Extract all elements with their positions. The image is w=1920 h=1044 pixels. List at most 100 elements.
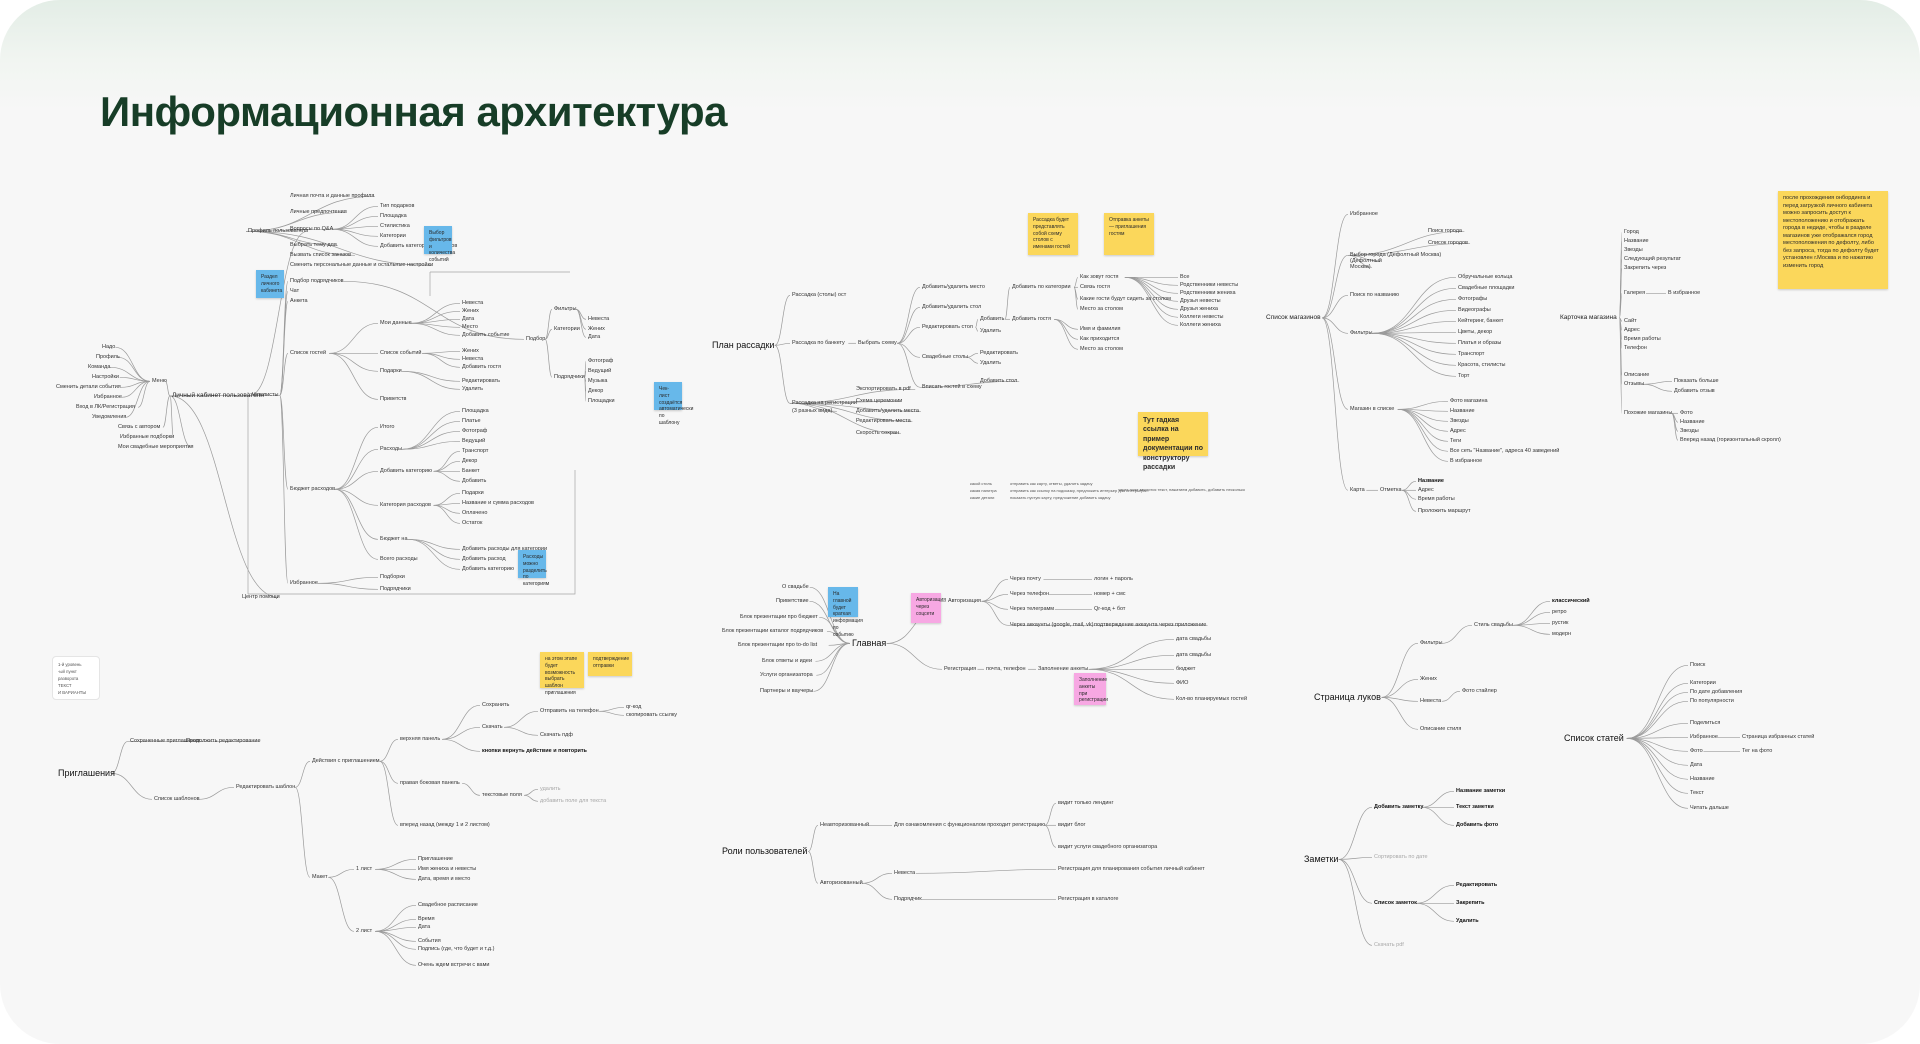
node-lk_budg2[interactable]: Расходы: [380, 446, 402, 452]
node-nt3b[interactable]: Закрепить: [1456, 900, 1484, 906]
node-lk_fav2[interactable]: Подрядчики: [380, 586, 411, 592]
node-pr2a3c1[interactable]: Как зовут гостя: [1080, 274, 1119, 280]
node-lk_m10[interactable]: Избранные подборки: [120, 434, 174, 440]
node-ar9[interactable]: Название: [1690, 776, 1715, 782]
node-lk_budg6[interactable]: Всего расходы: [380, 556, 418, 562]
node-lk_b1c[interactable]: Дата: [462, 316, 474, 322]
node-lk_conc3e[interactable]: Площадки: [588, 398, 615, 404]
node-nt[interactable]: Заметки: [1304, 854, 1338, 864]
node-inv1a[interactable]: Продолжить редактирование: [186, 738, 261, 744]
node-sh3[interactable]: Поиск по названию: [1350, 292, 1399, 298]
node-inv[interactable]: Приглашения: [58, 768, 115, 778]
sticky-note-s_pink1[interactable]: Авторизация через соцсети: [911, 593, 946, 623]
node-inv4b1b[interactable]: скопировать ссылку: [626, 712, 677, 718]
node-lk_b4[interactable]: Приветств: [380, 396, 406, 402]
node-lk_budg3[interactable]: Добавить категорию: [380, 468, 432, 474]
node-lk_budg5b[interactable]: Добавить расход: [462, 556, 506, 562]
node-lk_b2b[interactable]: Невеста: [462, 356, 483, 362]
node-lk_chat[interactable]: Чат: [290, 288, 299, 294]
node-lk_m1[interactable]: Надо: [102, 344, 115, 350]
node-lk_p3b[interactable]: Площадка: [380, 213, 407, 219]
node-lk_p6[interactable]: Сменить персональные данные и остальные …: [290, 262, 433, 268]
node-nt3a[interactable]: Редактировать: [1456, 882, 1497, 888]
node-lk[interactable]: Личный кабинет пользователя: [172, 392, 264, 399]
node-lk2d[interactable]: Описание стиля: [1420, 726, 1461, 732]
node-lk_help[interactable]: Центр помощи: [242, 594, 280, 600]
node-pr2a3c2[interactable]: Связь гостя: [1080, 284, 1110, 290]
node-pr2a2[interactable]: Добавить/удалить стол: [922, 304, 981, 310]
node-inv5a2[interactable]: добавить поле для текста: [540, 798, 606, 804]
node-sc5[interactable]: Закрепить через: [1624, 265, 1666, 271]
free-text-6[interactable]: через поле вводится текст, нажатием доба…: [1118, 487, 1245, 493]
node-inv4b1a[interactable]: qr-код: [626, 704, 641, 710]
node-lk_conc3a[interactable]: Фотограф: [588, 358, 613, 364]
node-lk2a1c[interactable]: рустик: [1552, 620, 1568, 626]
node-lk_conc1[interactable]: Фильтры: [554, 306, 576, 312]
node-lk_b3[interactable]: Подарки: [380, 368, 402, 374]
node-lk_budg2c[interactable]: Фотограф: [462, 428, 487, 434]
node-nt4[interactable]: Скачать pdf: [1374, 942, 1404, 948]
sticky-note-s_cabinet[interactable]: Раздел личного кабинета: [256, 270, 284, 298]
node-pr2[interactable]: Рассадка по банкету: [792, 340, 845, 346]
node-inv4a[interactable]: Сохранить: [482, 702, 509, 708]
node-sh6a3[interactable]: Время работы: [1418, 496, 1455, 502]
node-lk_budg5[interactable]: Бюджет на: [380, 536, 408, 542]
node-inv3[interactable]: Редактировать шаблон: [236, 784, 295, 790]
node-pr2a3e4[interactable]: Друзья невесты: [1180, 298, 1221, 304]
node-hm_r2c[interactable]: бюджет: [1176, 666, 1195, 672]
node-lk_fav1[interactable]: Подборки: [380, 574, 405, 580]
node-inv8a[interactable]: Свадебное расписание: [418, 902, 478, 908]
node-sh5e[interactable]: Теги: [1450, 438, 1461, 444]
node-lk_m3[interactable]: Команда: [88, 364, 110, 370]
node-lk_m6[interactable]: Избранное: [94, 394, 122, 400]
node-sh4a[interactable]: Обручальные кольца: [1458, 274, 1512, 280]
node-sc1[interactable]: Город: [1624, 229, 1639, 235]
node-pr3d[interactable]: Добавить/удалить места: [856, 408, 919, 414]
node-lk_budg3a[interactable]: Транспорт: [462, 448, 488, 454]
node-sc12[interactable]: Отзывы: [1624, 381, 1644, 387]
node-sc12a[interactable]: Показать больше: [1674, 378, 1719, 384]
node-sc13b[interactable]: Название: [1680, 419, 1705, 425]
node-lk_budg4a[interactable]: Подарки: [462, 490, 484, 496]
node-pr2a5a[interactable]: Добавить стол: [980, 378, 1017, 384]
node-nt3c[interactable]: Удалить: [1456, 918, 1479, 924]
node-lk_m2[interactable]: Профиль: [96, 354, 120, 360]
node-lk_conc2[interactable]: Категории: [554, 326, 580, 332]
node-lk_b1b[interactable]: Жених: [462, 308, 479, 314]
node-ro1a1[interactable]: видит только лендинг: [1058, 800, 1113, 806]
node-inv4b1[interactable]: Отправить на телефон: [540, 708, 599, 714]
node-sh4i[interactable]: Красота, стилисты: [1458, 362, 1506, 368]
node-sh1[interactable]: Избранное: [1350, 211, 1378, 217]
node-sc12b[interactable]: Добавить отзыв: [1674, 388, 1715, 394]
node-inv4c[interactable]: кнопки вернуть действие и повторить: [482, 748, 587, 754]
node-inv4b[interactable]: Скачать: [482, 724, 503, 730]
node-pr1[interactable]: Рассадка (столы) ост: [792, 292, 846, 298]
node-hm_r2b[interactable]: дата свадьбы: [1176, 652, 1211, 658]
node-lk_budg[interactable]: Бюджет расходов: [290, 486, 335, 492]
node-sh5[interactable]: Магазин в списке: [1350, 406, 1394, 412]
node-sc7[interactable]: Сайт: [1624, 318, 1637, 324]
node-lk_conc3c[interactable]: Музыка: [588, 378, 607, 384]
node-ar[interactable]: Список статей: [1564, 733, 1624, 743]
node-nt1a[interactable]: Название заметки: [1456, 788, 1505, 794]
node-hm_r1[interactable]: почта, телефон: [986, 666, 1026, 672]
node-lk_b1[interactable]: Мои данные: [380, 320, 412, 326]
node-pr2a5[interactable]: Вписать гостей в схему: [922, 384, 982, 390]
node-sh4b[interactable]: Свадебные площадки: [1458, 285, 1514, 291]
node-hm2[interactable]: Приветствие: [776, 598, 809, 604]
node-sh4c[interactable]: Фотографы: [1458, 296, 1487, 302]
node-lk_budg1[interactable]: Итого: [380, 424, 394, 430]
node-inv2[interactable]: Список шаблонов: [154, 796, 200, 802]
node-hm7[interactable]: Услуги организатора: [760, 672, 813, 678]
node-lk_b2a[interactable]: Жених: [462, 348, 479, 354]
node-lk_b1a[interactable]: Невеста: [462, 300, 483, 306]
node-pr2a3d1[interactable]: Имя и фамилия: [1080, 326, 1121, 332]
node-sc3[interactable]: Звезды: [1624, 247, 1643, 253]
node-hm_r2a[interactable]: дата свадьбы: [1176, 636, 1211, 642]
sticky-note-s_budget[interactable]: Расходы можно разделить по категориям: [518, 550, 549, 587]
node-lk_m7[interactable]: Вход в ЛК/Регистрация: [76, 404, 135, 410]
node-ro[interactable]: Роли пользователей: [722, 846, 807, 856]
node-pr2a3e2[interactable]: Родственники невесты: [1180, 282, 1238, 288]
node-pr2a3c[interactable]: Добавить по категории: [1012, 284, 1071, 290]
node-hm_a3[interactable]: Через телеграмм: [1010, 606, 1054, 612]
